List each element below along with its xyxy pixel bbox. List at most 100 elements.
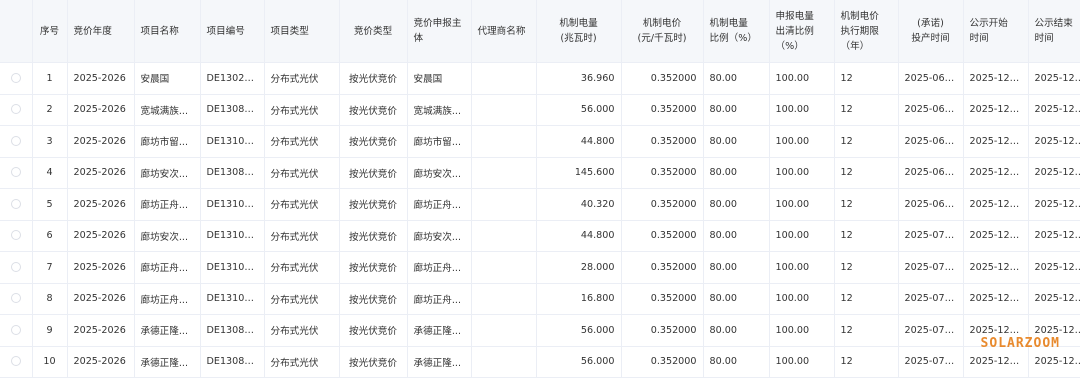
- solarzoom-watermark: SOLARZOOM: [980, 336, 1060, 351]
- commission-time-cell: 2025-07-03: [898, 314, 964, 347]
- project-name-cell: 廊坊市留...: [134, 125, 201, 158]
- table-row[interactable]: 5 2025-2026 廊坊正舟... DE13102... 分布式光伏 按光伏竞价 廊坊正…: [0, 188, 1080, 221]
- clear-ratio-cell: 100.00: [769, 251, 835, 284]
- row-select-cell[interactable]: [0, 94, 33, 126]
- col-header-project-type[interactable]: 项目类型: [264, 0, 340, 63]
- project-code-cell: DE13102...: [200, 188, 265, 221]
- mech-price-cell: 0.352000: [621, 283, 704, 315]
- mech-ratio-cell: 80.00: [703, 251, 770, 284]
- bid-type-cell: 按光伏竞价: [339, 346, 408, 378]
- row-radio-button[interactable]: [10, 356, 21, 367]
- pub-end-cell: 2025-12-03: [1028, 283, 1080, 315]
- col-header-exec-term[interactable]: 机制电价 执行期限 （年）: [834, 0, 899, 63]
- col-header-project-code[interactable]: 项目编号: [200, 0, 265, 63]
- seq-cell: 3: [32, 125, 68, 158]
- row-radio-button[interactable]: [10, 324, 21, 335]
- table-row[interactable]: 3 2025-2026 廊坊市留... DE13102... 分布式光伏 按光伏竞价 廊坊市…: [0, 125, 1080, 158]
- year-cell: 2025-2026: [67, 94, 135, 126]
- mech-ratio-cell: 80.00: [703, 314, 770, 347]
- col-header-project-name[interactable]: 项目名称: [134, 0, 201, 63]
- row-radio-button[interactable]: [10, 104, 21, 115]
- project-type-cell: 分布式光伏: [264, 62, 340, 95]
- col-header-bid-type[interactable]: 竞价类型: [339, 0, 408, 63]
- project-name-cell: 安晨国: [134, 62, 201, 95]
- row-select-cell[interactable]: [0, 62, 33, 95]
- row-select-cell[interactable]: [0, 314, 33, 347]
- pub-end-cell: 2025-12-03: [1028, 220, 1080, 252]
- row-select-cell[interactable]: [0, 346, 33, 378]
- row-radio-button[interactable]: [10, 293, 21, 304]
- pub-end-cell: 2025-12-03: [1028, 94, 1080, 126]
- col-header-mech-price[interactable]: 机制电价 (元/千瓦时): [621, 0, 704, 63]
- seq-cell: 7: [32, 251, 68, 284]
- table-row[interactable]: 10 2025-2026 承德正隆... DE13082... 分布式光伏 按光伏竞价 承德…: [0, 346, 1080, 378]
- year-cell: 2025-2026: [67, 62, 135, 95]
- col-header-seq[interactable]: 序号: [32, 0, 68, 63]
- col-header-pub-end[interactable]: 公示结束 时间: [1028, 0, 1080, 63]
- pub-end-cell: 2025-12-03: [1028, 157, 1080, 189]
- mech-energy-cell: 56.000: [536, 314, 622, 347]
- row-select-cell[interactable]: [0, 283, 33, 315]
- bid-subject-cell: 廊坊正舟...: [407, 283, 472, 315]
- commission-time-cell: 2025-07-02: [898, 251, 964, 284]
- project-name-cell: 廊坊正舟...: [134, 188, 201, 221]
- col-header-clear-ratio[interactable]: 申报电量 出清比例 （%）: [769, 0, 835, 63]
- mech-ratio-cell: 80.00: [703, 283, 770, 315]
- mech-ratio-cell: 80.00: [703, 94, 770, 126]
- col-header-pub-start[interactable]: 公示开始 时间: [963, 0, 1029, 63]
- project-type-cell: 分布式光伏: [264, 188, 340, 221]
- bid-type-cell: 按光伏竞价: [339, 188, 408, 221]
- agent-cell: [471, 220, 537, 252]
- table-row[interactable]: 6 2025-2026 廊坊安次... DE13102... 分布式光伏 按光伏竞价 廊坊安…: [0, 220, 1080, 252]
- mech-ratio-cell: 80.00: [703, 346, 770, 378]
- pub-start-cell: 2025-12-01: [963, 283, 1029, 315]
- mech-energy-cell: 44.800: [536, 220, 622, 252]
- row-select-cell[interactable]: [0, 188, 33, 221]
- col-header-mech-ratio[interactable]: 机制电量 比例（%）: [703, 0, 770, 63]
- row-radio-button[interactable]: [10, 198, 21, 209]
- col-header-bid-subject[interactable]: 竞价申报主体: [407, 0, 472, 63]
- row-radio-button[interactable]: [10, 230, 21, 241]
- bid-subject-cell: 承德正隆...: [407, 314, 472, 347]
- seq-cell: 10: [32, 346, 68, 378]
- row-select-cell[interactable]: [0, 220, 33, 252]
- commission-time-cell: 2025-07-02: [898, 283, 964, 315]
- exec-term-cell: 12: [834, 283, 899, 315]
- col-header-year[interactable]: 竞价年度: [67, 0, 135, 63]
- bid-type-cell: 按光伏竞价: [339, 314, 408, 347]
- exec-term-cell: 12: [834, 125, 899, 158]
- bid-type-cell: 按光伏竞价: [339, 283, 408, 315]
- pub-end-cell: 2025-12-03: [1028, 62, 1080, 95]
- clear-ratio-cell: 100.00: [769, 62, 835, 95]
- clear-ratio-cell: 100.00: [769, 157, 835, 189]
- row-select-cell[interactable]: [0, 125, 33, 158]
- year-cell: 2025-2026: [67, 188, 135, 221]
- table-row[interactable]: 9 2025-2026 承德正隆... DE13082... 分布式光伏 按光伏竞价 承德正…: [0, 314, 1080, 347]
- row-radio-button[interactable]: [10, 72, 21, 83]
- col-header-mech-energy[interactable]: 机制电量 (兆瓦时): [536, 0, 622, 63]
- project-code-cell: DE13082...: [200, 157, 265, 189]
- mech-energy-cell: 36.960: [536, 62, 622, 95]
- pub-start-cell: 2025-12-01: [963, 125, 1029, 158]
- col-header-agent[interactable]: 代理商名称: [471, 0, 537, 63]
- row-radio-button[interactable]: [10, 135, 21, 146]
- row-select-cell[interactable]: [0, 251, 33, 284]
- pub-end-cell: 2025-12-03: [1028, 125, 1080, 158]
- table-row[interactable]: 8 2025-2026 廊坊正舟... DE13102... 分布式光伏 按光伏竞价 廊坊正…: [0, 283, 1080, 315]
- table-row[interactable]: 7 2025-2026 廊坊正舟... DE13102... 分布式光伏 按光伏竞价 廊坊正…: [0, 251, 1080, 284]
- row-radio-button[interactable]: [10, 261, 21, 272]
- clear-ratio-cell: 100.00: [769, 220, 835, 252]
- row-select-cell[interactable]: [0, 157, 33, 189]
- table-row[interactable]: 4 2025-2026 廊坊安次... DE13082... 分布式光伏 按光伏竞价 廊坊安…: [0, 157, 1080, 189]
- mech-ratio-cell: 80.00: [703, 62, 770, 95]
- mech-price-cell: 0.352000: [621, 94, 704, 126]
- bid-subject-cell: 廊坊安次...: [407, 220, 472, 252]
- bid-subject-cell: 廊坊安次...: [407, 157, 472, 189]
- row-radio-button[interactable]: [10, 167, 21, 178]
- year-cell: 2025-2026: [67, 220, 135, 252]
- mech-ratio-cell: 80.00: [703, 188, 770, 221]
- table-row[interactable]: 1 2025-2026 安晨国 DE13022... 分布式光伏 按光伏竞价 安晨国 36.9…: [0, 62, 1080, 95]
- table-row[interactable]: 2 2025-2026 宽城满族... DE13082... 分布式光伏 按光伏竞价 宽城满…: [0, 94, 1080, 126]
- col-header-commission-time[interactable]: (承诺) 投产时间: [898, 0, 964, 63]
- project-name-cell: 廊坊正舟...: [134, 283, 201, 315]
